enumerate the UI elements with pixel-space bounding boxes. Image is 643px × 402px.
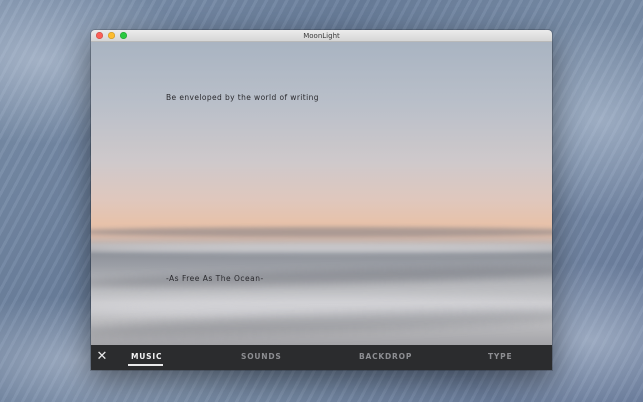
app-window: MoonLight Be enveloped by the world of w…: [91, 30, 552, 370]
window-title: MoonLight: [303, 32, 340, 40]
tab-sounds[interactable]: SOUNDS: [241, 345, 282, 370]
title-bar: MoonLight: [91, 30, 552, 42]
ocean-wave: [91, 245, 552, 253]
ocean-wave: [91, 227, 552, 237]
bottom-toolbar: ✕ MUSIC SOUNDS BACKDROP TYPE: [91, 345, 552, 370]
tab-music[interactable]: MUSIC: [131, 345, 162, 370]
writing-area[interactable]: Be enveloped by the world of writing -As…: [91, 42, 552, 345]
writing-quote: Be enveloped by the world of writing: [166, 93, 319, 102]
ocean-wave: [91, 263, 552, 291]
tab-type[interactable]: TYPE: [488, 345, 512, 370]
close-icon[interactable]: ✕: [95, 350, 109, 364]
tab-backdrop[interactable]: BACKDROP: [359, 345, 412, 370]
backdrop-subtitle: -As Free As The Ocean-: [166, 274, 264, 283]
active-tab-indicator: [128, 364, 163, 366]
